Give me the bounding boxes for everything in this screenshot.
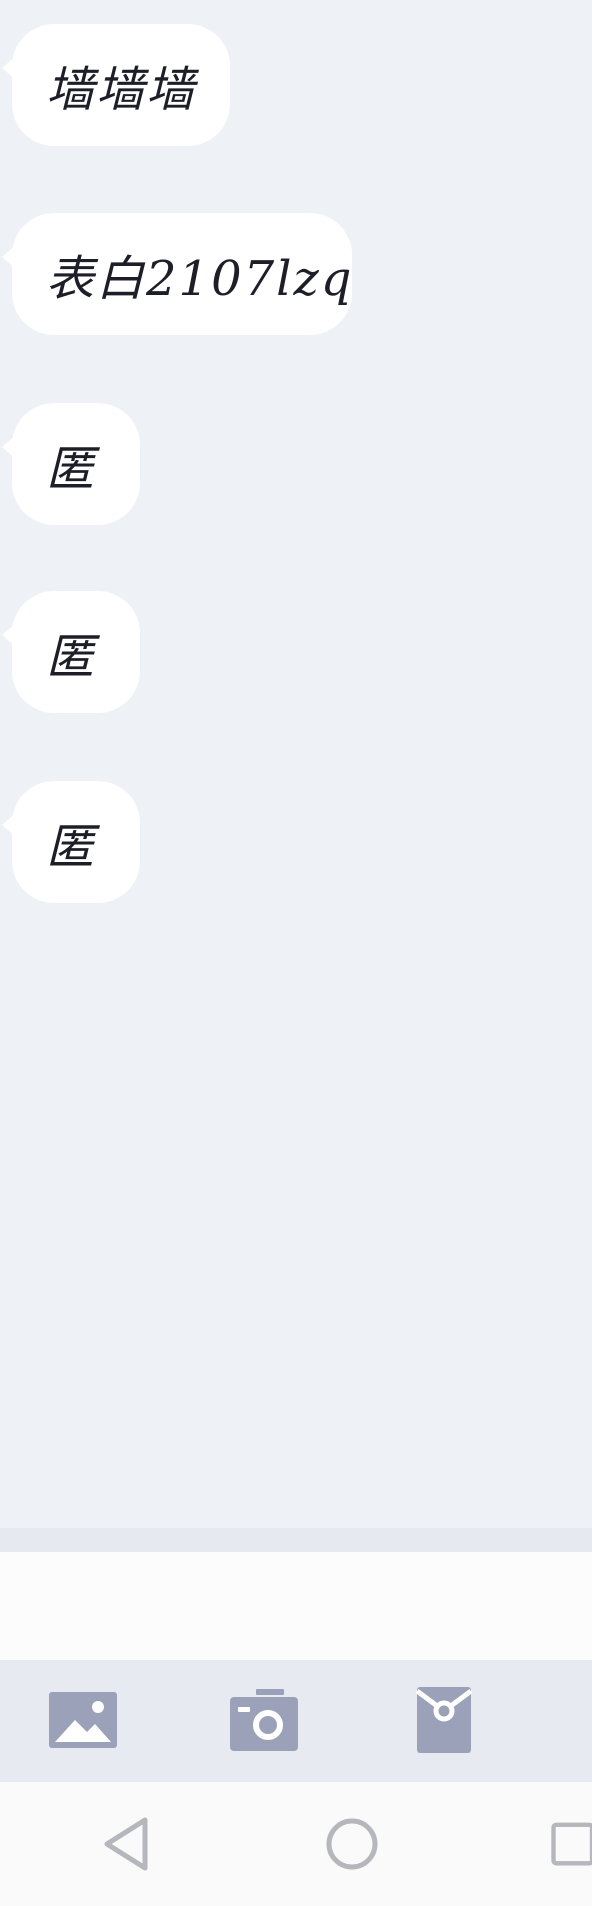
red-packet-button[interactable]	[409, 1687, 479, 1753]
message-bubble[interactable]: 匿	[2, 403, 140, 525]
image-icon	[49, 1692, 117, 1748]
message-bubble[interactable]: 表白2107lzq	[2, 213, 354, 335]
system-navigation-bar	[0, 1782, 592, 1906]
home-circle-icon	[326, 1818, 378, 1870]
message-input[interactable]	[0, 1552, 592, 1660]
composer-divider	[0, 1528, 592, 1552]
recents-button[interactable]	[550, 1814, 592, 1874]
camera-button[interactable]	[229, 1688, 299, 1752]
back-triangle-icon	[104, 1817, 148, 1871]
home-button[interactable]	[322, 1814, 382, 1874]
message-text: 表白2107lzq	[46, 251, 354, 307]
message-text: 匿	[46, 629, 97, 685]
camera-icon	[230, 1689, 298, 1751]
recents-square-icon	[551, 1822, 592, 1866]
message-bubble[interactable]: 匿	[2, 781, 140, 903]
message-text: 匿	[46, 441, 97, 497]
back-button[interactable]	[96, 1814, 156, 1874]
message-text: 墙墙墙	[46, 62, 197, 118]
message-bubble[interactable]: 墙墙墙	[2, 24, 230, 146]
image-button[interactable]	[48, 1688, 118, 1752]
message-bubble[interactable]: 匿	[2, 591, 140, 713]
red-packet-icon	[415, 1687, 473, 1753]
message-text: 匿	[46, 819, 97, 875]
attachment-toolbar	[0, 1660, 592, 1782]
chat-area: 墙墙墙 表白2107lzq 匿 匿 匿	[0, 0, 592, 1528]
